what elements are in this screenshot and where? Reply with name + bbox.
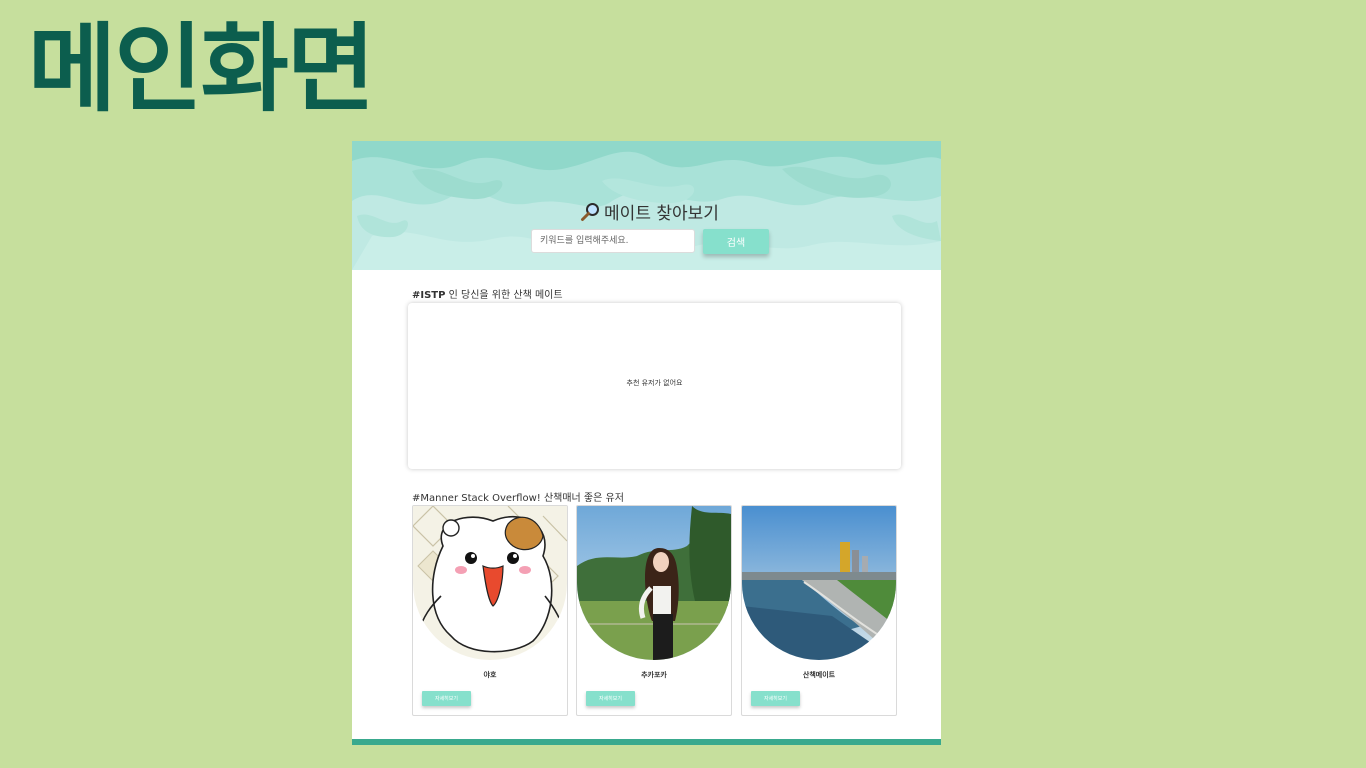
- hero-banner: 메이트 찾아보기 검색: [352, 141, 941, 270]
- user-card[interactable]: 추카포카 자세히보기: [576, 505, 732, 716]
- recommend-empty-message: 추천 유저가 없어요: [626, 379, 683, 387]
- search-input[interactable]: [531, 229, 695, 253]
- user-name: 야호: [483, 671, 497, 679]
- user-card[interactable]: 야호 자세히보기: [412, 505, 568, 716]
- user-card[interactable]: 산책메이트 자세히보기: [741, 505, 897, 716]
- manner-heading: #Manner Stack Overflow! 산책매너 좋은 유저: [412, 493, 624, 504]
- hero-title: 메이트 찾아보기: [352, 199, 941, 227]
- user-name: 추카포카: [641, 671, 667, 679]
- detail-button[interactable]: 자세히보기: [751, 691, 800, 706]
- search-button[interactable]: 검색: [703, 229, 769, 254]
- hero-title-text: 메이트 찾아보기: [604, 204, 719, 224]
- detail-button[interactable]: 자세히보기: [586, 691, 635, 706]
- user-photo: [577, 506, 731, 660]
- footer-strip: [352, 739, 941, 745]
- recommend-heading: #ISTP 인 당신을 위한 산책 메이트: [412, 286, 563, 301]
- user-photo: [413, 506, 567, 660]
- user-photo: [742, 506, 896, 660]
- recommend-heading-text: 인 당신을 위한 산책 메이트: [445, 290, 563, 301]
- recommend-list: 추천 유저가 없어요: [408, 303, 901, 469]
- recommend-tag: #ISTP: [412, 290, 446, 301]
- magnifier-icon: [580, 202, 600, 227]
- app-mockup: 메이트 찾아보기 검색 #ISTP 인 당신을 위한 산책 메이트 추천 유저가…: [352, 141, 941, 745]
- user-name: 산책메이트: [802, 671, 836, 679]
- slide-title: 메인화면: [28, 13, 375, 125]
- detail-button[interactable]: 자세히보기: [422, 691, 471, 706]
